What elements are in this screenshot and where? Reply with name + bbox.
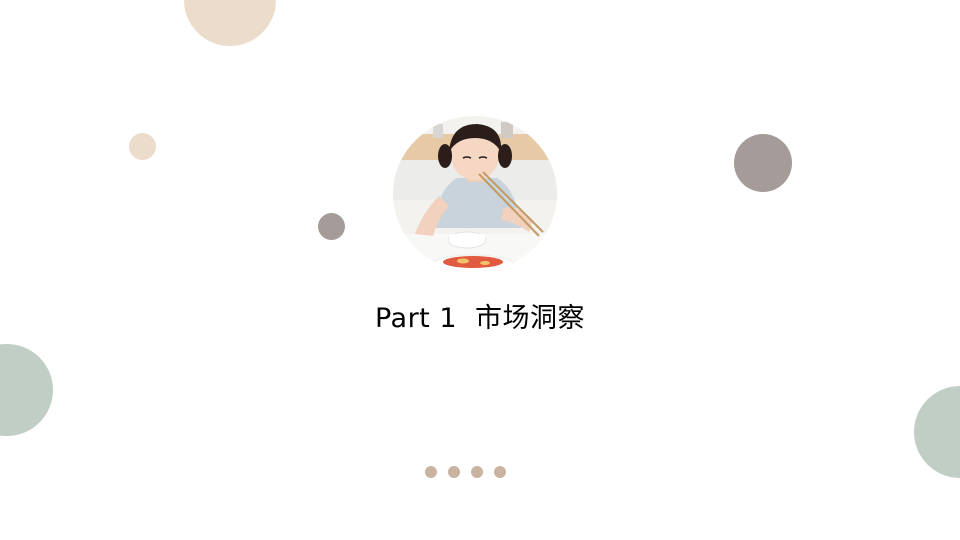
page-indicator-dot [494,466,506,478]
page-indicator-dot [471,466,483,478]
photo-girl-eating [393,116,557,272]
decorative-circle-grey-right [734,134,792,192]
section-title: Part 1 市场洞察 [0,296,960,335]
page-indicator-dot [425,466,437,478]
decorative-circle-sage-right [914,386,960,478]
page-indicator-dot [448,466,460,478]
decorative-circle-sage-left [0,344,53,436]
decorative-circle-beige-small [129,133,156,160]
section-title-part: Part 1 [374,303,458,334]
section-title-text: 市场洞察 [475,303,586,334]
decorative-circle-grey-small [318,213,345,240]
decorative-circle-beige-top [184,0,276,46]
page-indicator [425,466,506,478]
